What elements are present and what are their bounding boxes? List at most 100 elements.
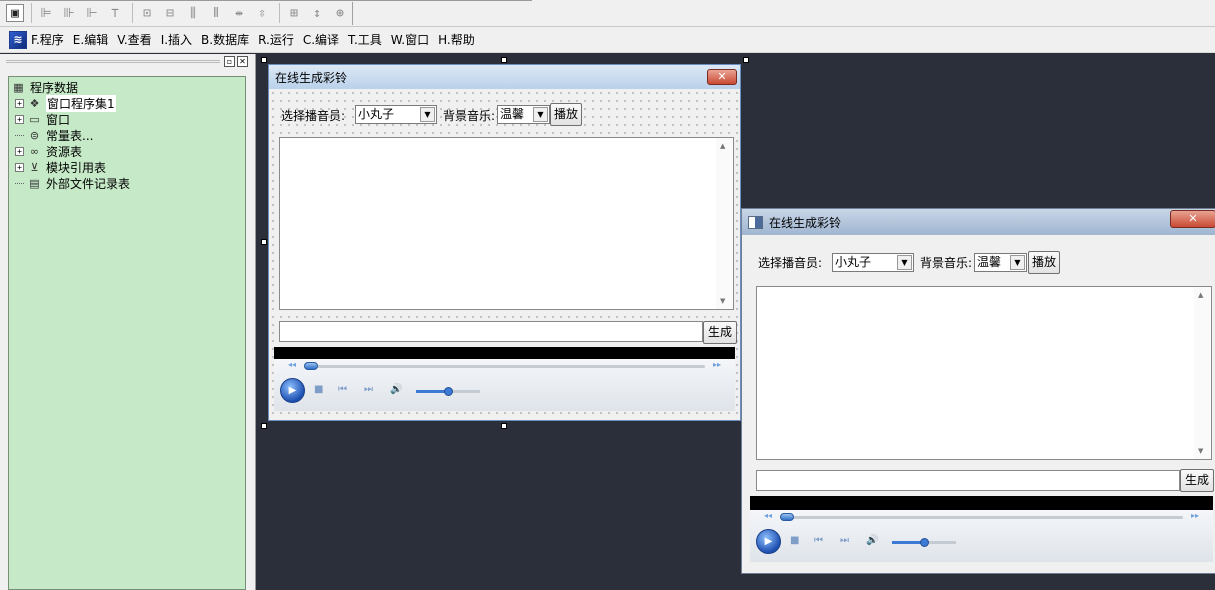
panel-close-button[interactable]: ✕ [237,56,248,67]
rewind-icon[interactable]: ◂◂ [764,511,772,520]
rewind-icon[interactable]: ◂◂ [288,360,296,369]
project-panel: ▫ ✕ ▦ 程序数据 + ❖ 窗口程序集1 + ▭ 窗口 ⊜ 常量表... + … [0,54,256,590]
volume-knob[interactable] [920,538,929,547]
tree-item-assembly[interactable]: + ❖ 窗口程序集1 [9,94,245,112]
tree-item-resources[interactable]: + ∞ 资源表 [9,143,245,159]
seek-knob[interactable] [780,513,794,521]
center-both-icon[interactable]: ⊕ [330,3,350,23]
announcer-select[interactable]: 小丸子 ▼ [355,105,437,124]
stop-icon[interactable]: ■ [314,384,323,395]
resize-handle[interactable] [501,423,507,429]
volume-knob[interactable] [444,387,453,396]
panel-grip[interactable] [6,60,220,63]
menu-tools[interactable]: T.工具 [348,31,382,48]
music-select[interactable]: 温馨 ▼ [497,105,550,124]
menu-program[interactable]: F.程序 [31,31,64,48]
menu-compile[interactable]: C.编译 [303,31,339,48]
previous-icon[interactable]: ⏮ [814,535,823,546]
resize-handle[interactable] [261,239,267,245]
ringtone-text-area[interactable]: ▲ ▼ [756,286,1212,460]
seek-track[interactable] [780,516,1183,519]
align-left-icon[interactable]: ⊫ [36,3,56,23]
tree-item-modules[interactable]: + ⊻ 模块引用表 [9,159,245,175]
tree-item-external-files[interactable]: ▤ 外部文件记录表 [9,175,245,191]
form-icon[interactable]: ▣ [6,4,24,22]
design-window-titlebar[interactable]: 在线生成彩铃 [269,65,740,89]
previous-icon[interactable]: ⏮ [338,384,347,395]
preview-window-titlebar[interactable]: 在线生成彩铃 [742,209,1215,235]
preview-window[interactable]: 在线生成彩铃 ✕ 选择播音员: 小丸子 ▼ 背景音乐: 温馨 ▼ 播放 ▲ ▼ … [741,208,1215,574]
chevron-down-icon[interactable]: ▼ [1010,255,1025,270]
expand-icon[interactable]: + [15,114,24,124]
seek-knob[interactable] [304,362,318,370]
seek-track[interactable] [304,365,705,368]
play-button[interactable]: 播放 [550,103,582,126]
chevron-down-icon[interactable]: ▼ [420,107,435,122]
scroll-up-icon[interactable]: ▲ [720,142,725,150]
align-bottom-icon[interactable]: ⊟ [160,3,180,23]
scroll-down-icon[interactable]: ▼ [1198,447,1203,455]
play-button[interactable]: 播放 [1028,251,1060,274]
chevron-down-icon[interactable]: ▼ [897,255,912,270]
scroll-up-icon[interactable]: ▲ [1198,291,1203,299]
play-icon[interactable]: ▶ [756,529,781,554]
align-right-icon[interactable]: ⊩ [82,3,102,23]
volume-slider[interactable] [892,538,956,547]
preview-close-button[interactable]: ✕ [1170,210,1215,228]
design-canvas[interactable]: 选择播音员: 小丸子 ▼ 背景音乐: 温馨 ▼ 播放 ▲ ▼ 生成 ◂◂ ▸▸ … [269,89,740,420]
link-output-field[interactable] [756,470,1180,491]
media-player[interactable]: ◂◂ ▸▸ ▶ ■ ⏮ ⏭ 🔊 [274,347,735,411]
distribute-horizontal-icon[interactable]: ⫼ [183,3,203,23]
announcer-label: 选择播音员: [281,109,346,123]
align-top-icon[interactable]: ⊤ [105,3,125,23]
volume-slider[interactable] [416,387,480,396]
center-vertical-icon[interactable]: ↕ [307,3,327,23]
resize-handle[interactable] [261,423,267,429]
same-size-icon[interactable]: ⊞ [284,3,304,23]
resize-handle[interactable] [743,57,749,63]
tree-root[interactable]: ▦ 程序数据 [9,79,245,95]
next-icon[interactable]: ⏭ [840,535,849,546]
scroll-down-icon[interactable]: ▼ [720,297,725,305]
link-output-field[interactable] [279,321,703,342]
stop-icon[interactable]: ■ [790,535,799,546]
menu-help[interactable]: H.帮助 [438,31,475,48]
design-close-button[interactable]: ✕ [707,69,737,85]
chevron-down-icon[interactable]: ▼ [533,107,548,122]
next-icon[interactable]: ⏭ [364,384,373,395]
ringtone-text-area[interactable]: ▲ ▼ [279,137,734,310]
media-player[interactable]: ◂◂ ▸▸ ▶ ■ ⏮ ⏭ 🔊 [750,496,1213,562]
volume-icon[interactable]: 🔊 [390,384,402,395]
resize-handle[interactable] [501,57,507,63]
menu-view[interactable]: V.查看 [117,31,151,48]
menu-database[interactable]: B.数据库 [201,31,249,48]
align-center-icon[interactable]: ⊪ [59,3,79,23]
volume-icon[interactable]: 🔊 [866,535,878,546]
expand-icon[interactable]: + [15,146,24,156]
generate-button[interactable]: 生成 [703,321,737,344]
file-icon: ▤ [29,176,40,190]
expand-icon[interactable]: + [15,98,24,108]
distribute-vertical-icon[interactable]: ⫴ [206,3,226,23]
menu-run[interactable]: R.运行 [258,31,294,48]
fast-forward-icon[interactable]: ▸▸ [713,360,721,369]
resize-handle[interactable] [261,57,267,63]
menu-insert[interactable]: I.插入 [161,31,192,48]
panel-restore-button[interactable]: ▫ [224,56,235,67]
generate-button[interactable]: 生成 [1180,469,1214,492]
menu-window[interactable]: W.窗口 [391,31,429,48]
tree-item-constants[interactable]: ⊜ 常量表... [9,127,245,143]
same-width-icon[interactable]: ⇹ [229,3,249,23]
menu-edit[interactable]: E.编辑 [73,31,108,48]
expand-icon[interactable]: + [15,162,24,172]
tree-item-window[interactable]: + ▭ 窗口 [9,111,245,127]
vertical-scrollbar[interactable]: ▲ ▼ [1194,287,1211,459]
announcer-select[interactable]: 小丸子 ▼ [832,253,914,272]
vertical-scrollbar[interactable]: ▲ ▼ [716,138,733,309]
fast-forward-icon[interactable]: ▸▸ [1191,511,1199,520]
music-select[interactable]: 温馨 ▼ [974,253,1027,272]
design-window[interactable]: 在线生成彩铃 ✕ 选择播音员: 小丸子 ▼ 背景音乐: 温馨 ▼ 播放 ▲ ▼ … [268,64,741,421]
play-icon[interactable]: ▶ [280,378,305,403]
same-height-icon[interactable]: ⇳ [252,3,272,23]
align-middle-icon[interactable]: ⊡ [137,3,157,23]
